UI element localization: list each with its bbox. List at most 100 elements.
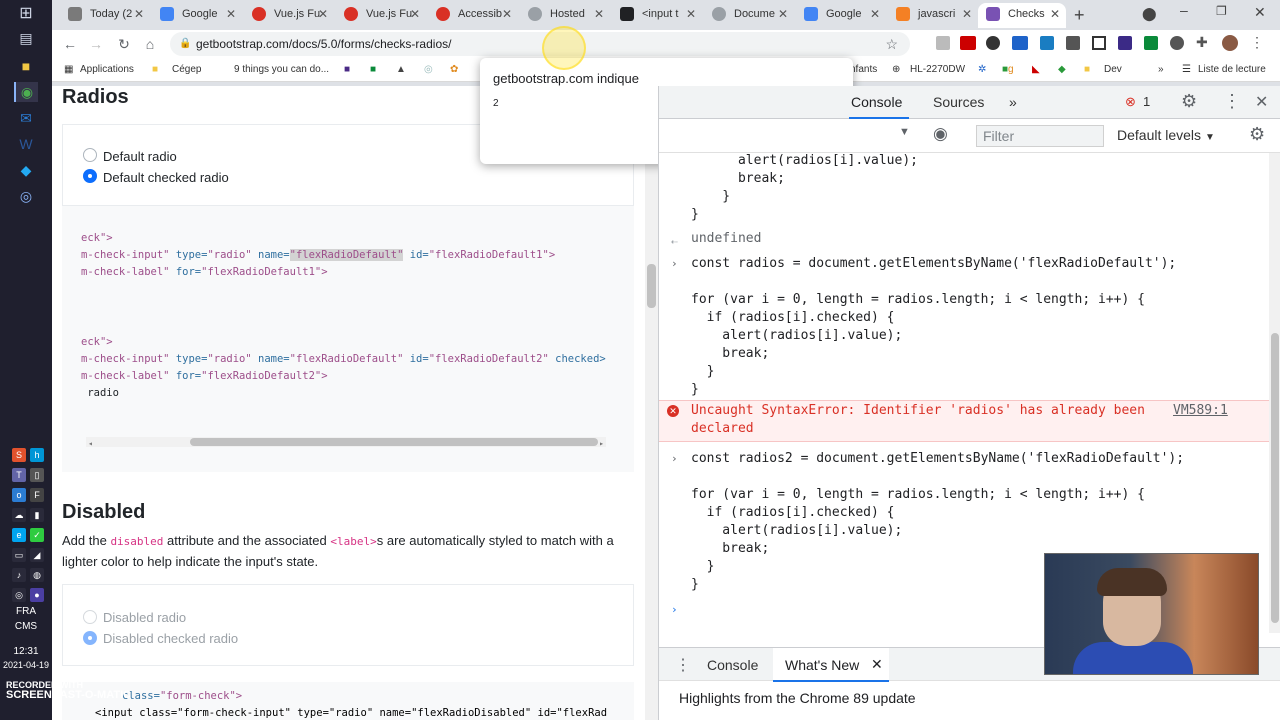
clock-date[interactable]: 2021-04-19 (0, 660, 52, 670)
console-settings-gear-icon[interactable]: ⚙ (1249, 124, 1265, 145)
outlook-icon[interactable]: ✉ (14, 108, 38, 128)
new-tab-icon[interactable]: + (1074, 5, 1085, 26)
hp-icon[interactable]: h (30, 448, 44, 462)
extension-icon[interactable] (1040, 36, 1054, 50)
browser-tab-7[interactable]: Docume ✕ (704, 3, 794, 28)
browser-tab-6[interactable]: <input t ✕ (612, 3, 702, 28)
close-icon[interactable]: ✕ (318, 3, 328, 26)
bookmark-icon[interactable]: g (1008, 64, 1014, 75)
extension-icon[interactable] (936, 36, 950, 50)
profile-dropdown-icon[interactable]: ⬤ (1142, 6, 1157, 22)
browser-tab-4[interactable]: Accessib ✕ (428, 3, 518, 28)
bookmark-cegep[interactable]: Cégep (172, 64, 201, 75)
tray-app2-icon[interactable]: ◎ (12, 588, 26, 602)
close-icon[interactable]: ✕ (870, 3, 880, 26)
wifi-icon[interactable]: ◢ (30, 548, 44, 562)
expand-chevron-icon[interactable]: › (671, 452, 678, 465)
bookmark-icon[interactable]: ◎ (424, 64, 433, 75)
filter-input[interactable]: Filter (976, 125, 1104, 147)
bookmark-icon[interactable]: ◣ (1032, 64, 1040, 75)
browser-tab-3[interactable]: Vue.js Fu ✕ (336, 3, 426, 28)
extension-icon[interactable] (986, 36, 1000, 50)
wordpress-icon[interactable] (1170, 36, 1184, 50)
drawer-tab-console[interactable]: Console (707, 657, 758, 673)
browser-tab-5[interactable]: Hosted ✕ (520, 3, 610, 28)
default-radio[interactable] (83, 148, 97, 162)
default-checked-radio-label[interactable]: Default checked radio (103, 170, 229, 185)
more-tabs-icon[interactable]: » (1009, 94, 1017, 110)
tray-outlook-icon[interactable]: o (12, 488, 26, 502)
browser-tab-1[interactable]: Google ✕ (152, 3, 242, 28)
scrollbar-thumb[interactable] (1271, 333, 1279, 623)
console-vertical-scrollbar[interactable] (1269, 153, 1280, 633)
drawer-tab-whats-new[interactable]: What's New (785, 657, 859, 673)
tray-app3-icon[interactable]: ● (30, 588, 44, 602)
close-icon[interactable]: ✕ (410, 3, 420, 26)
bookmark-icon[interactable]: ▲ (396, 64, 406, 75)
scroll-left-icon[interactable]: ◂ (88, 435, 93, 452)
scrollbar-thumb[interactable] (190, 438, 598, 446)
close-icon[interactable]: ✕ (594, 3, 604, 26)
kebab-menu-icon[interactable]: ⋮ (1250, 34, 1264, 51)
bookmark-dev[interactable]: Dev (1104, 64, 1122, 75)
extension-icon[interactable] (960, 36, 976, 50)
log-levels-dropdown[interactable]: Default levels ▼ (1117, 127, 1215, 143)
close-icon[interactable]: ✕ (778, 3, 788, 26)
console-prompt-icon[interactable]: › (671, 603, 678, 616)
bookmark-enfants[interactable]: nfants (850, 64, 877, 75)
back-icon[interactable]: ← (60, 34, 80, 54)
home-icon[interactable]: ⌂ (140, 34, 160, 54)
apps-icon[interactable]: ▦ (64, 64, 73, 75)
extension-icon[interactable] (1066, 36, 1080, 50)
language-indicator[interactable]: FRA (0, 606, 52, 617)
tray-f-icon[interactable]: F (30, 488, 44, 502)
close-drawer-tab-icon[interactable]: ✕ (871, 656, 883, 673)
settings-gear-icon[interactable]: ⚙ (1181, 91, 1197, 112)
kebab-menu-icon[interactable]: ⋮ (1223, 91, 1241, 112)
extension-icon[interactable] (1012, 36, 1028, 50)
context-dropdown-icon[interactable]: ▼ (899, 126, 910, 138)
close-icon[interactable]: ✕ (962, 3, 972, 26)
default-radio-label[interactable]: Default radio (103, 149, 177, 164)
close-icon[interactable]: ✕ (502, 3, 512, 26)
volume-icon[interactable]: ♪ (12, 568, 26, 582)
chevron-right-icon[interactable]: » (1158, 64, 1164, 75)
bookmark-icon[interactable]: ◆ (1058, 64, 1066, 75)
code-horizontal-scrollbar[interactable]: ◂ ▸ (86, 437, 606, 448)
browser-tab-9[interactable]: javascri ✕ (888, 3, 978, 28)
shield-check-icon[interactable]: ✓ (30, 528, 44, 542)
extensions-puzzle-icon[interactable]: ✚ (1196, 34, 1208, 51)
tray-app-icon[interactable]: ◍ (30, 568, 44, 582)
error-source-link[interactable]: VM589:1 (1173, 403, 1228, 418)
error-icon[interactable]: ⊗ (1125, 94, 1136, 110)
bookmark-icon[interactable]: ■ (370, 64, 376, 75)
close-devtools-icon[interactable]: ✕ (1255, 92, 1268, 112)
file-explorer-icon[interactable]: ■ (14, 56, 38, 76)
eye-icon[interactable]: ◉ (933, 124, 948, 144)
expand-chevron-icon[interactable]: › (671, 257, 678, 270)
task-view-icon[interactable]: ▤ (14, 28, 38, 48)
tray-e-icon[interactable]: e (12, 528, 26, 542)
bookmark-icon[interactable]: ■ (344, 64, 350, 75)
reload-icon[interactable]: ↻ (114, 34, 134, 54)
address-bar[interactable]: 🔒 getbootstrap.com/docs/5.0/forms/checks… (170, 32, 910, 56)
close-icon[interactable]: ✕ (226, 3, 236, 26)
battery-icon[interactable]: ▭ (12, 548, 26, 562)
extension-icon[interactable] (1144, 36, 1158, 50)
browser-tab-2[interactable]: Vue.js Fu ✕ (244, 3, 334, 28)
browser-tab-8[interactable]: Google ✕ (796, 3, 886, 28)
usb-icon[interactable]: ▮ (30, 508, 44, 522)
close-icon[interactable]: ✕ (134, 3, 144, 26)
lock-icon[interactable]: 🔒 (179, 32, 191, 56)
scroll-right-icon[interactable]: ▸ (599, 435, 604, 452)
scrollbar-thumb[interactable] (647, 264, 656, 308)
bookmark-nine-things[interactable]: 9 things you can do... (234, 64, 329, 75)
screenshot-icon[interactable] (1092, 36, 1106, 50)
maximize-icon[interactable]: ❐ (1216, 4, 1227, 18)
default-checked-radio[interactable] (83, 169, 97, 183)
browser-tab-0[interactable]: Today (2 ✕ (60, 3, 150, 28)
app-icon[interactable]: ◎ (14, 186, 38, 206)
bookmark-icon[interactable]: ✲ (978, 64, 986, 75)
error-count[interactable]: 1 (1143, 94, 1150, 109)
minimize-icon[interactable]: – (1180, 2, 1188, 18)
